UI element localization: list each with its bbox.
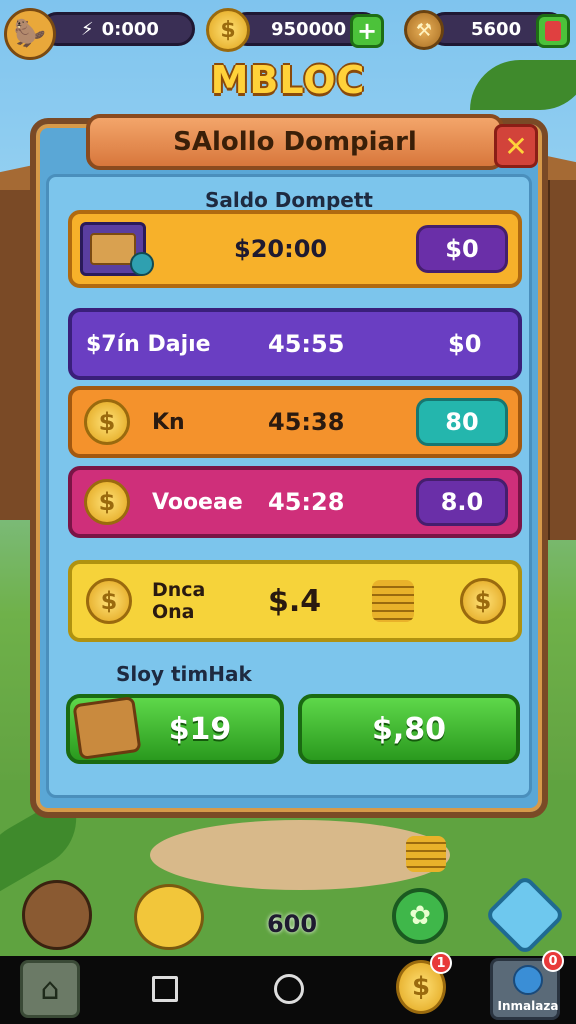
wallet-panel: SAlollo Dompiarl ✕ Saldo Dompett $20:00 … [30, 114, 548, 818]
summary-label-line1: Dnca [152, 579, 206, 601]
notification-badge: 1 [430, 952, 452, 974]
coin-icon: $ [84, 479, 130, 525]
coin-icon: $ [84, 399, 130, 445]
buy-button-2[interactable]: $,80 [298, 694, 520, 764]
item-value-button[interactable]: 8.0 [416, 478, 508, 526]
coin-stack-icon [372, 580, 414, 622]
notification-badge: 0 [542, 950, 564, 972]
home-icon[interactable]: ⌂ [20, 960, 80, 1018]
recents-button[interactable] [152, 976, 178, 1002]
energy-counter: ⚡ 0:000 [40, 12, 195, 46]
dirt-path [150, 820, 450, 890]
coin-stack-icon [406, 836, 446, 872]
shop-section-title: Sloy timHak [116, 662, 252, 686]
game-title: MBLOC [210, 58, 366, 102]
item-name: Kn [152, 409, 185, 435]
gem-icon [130, 252, 154, 276]
summary-amount: $.4 [268, 583, 322, 619]
add-tools-button[interactable] [536, 14, 570, 48]
coin-icon: $ [206, 8, 250, 52]
list-item[interactable]: $ Vooeae 45:28 8.0 [68, 466, 522, 538]
item-time: 45:55 [268, 330, 345, 358]
app-shortcut-label: Inmalaza [497, 999, 559, 1013]
top-hud: ⚡ 0:000 🦫 950000 $ + 5600 ⚒ [0, 6, 576, 60]
bird-character-icon[interactable] [134, 884, 204, 950]
globe-icon [513, 965, 543, 995]
item-value: $0 [448, 330, 482, 358]
tools-value: 5600 [471, 18, 522, 40]
item-time: 45:28 [268, 488, 345, 516]
treasure-chest-icon [72, 695, 142, 761]
leaf-button-icon[interactable]: ✿ [392, 888, 448, 944]
ticket-icon [545, 21, 561, 41]
summary-label-line2: Ona [152, 601, 195, 623]
item-value-button[interactable]: 80 [416, 398, 508, 446]
coin-icon: $ [86, 578, 132, 624]
add-coins-button[interactable]: + [350, 14, 384, 48]
summary-label: Dnca Ona [152, 579, 205, 623]
hut-right [546, 180, 576, 540]
balance-action-button[interactable]: $0 [416, 225, 508, 273]
panel-header: SAlollo Dompiarl [86, 114, 504, 170]
system-navbar: ⌂ $ 1 Inmalaza 0 [0, 950, 576, 1024]
beaver-character-icon[interactable] [22, 880, 92, 950]
coin-icon: $ [460, 578, 506, 624]
home-button[interactable] [274, 974, 304, 1004]
tools-icon: ⚒ [404, 10, 444, 50]
balance-amount: $20:00 [234, 235, 328, 263]
coin-summary-row: $ Dnca Ona $.4 $ [68, 560, 522, 642]
energy-value: 0:000 [101, 18, 159, 40]
coins-value: 950000 [271, 18, 347, 40]
close-button[interactable]: ✕ [494, 124, 538, 168]
item-name: $7ín Dajıe [86, 331, 211, 357]
beaver-avatar-icon[interactable]: 🦫 [4, 8, 56, 60]
list-item[interactable]: $ Kn 45:38 80 [68, 386, 522, 458]
balance-row: $20:00 $0 [68, 210, 522, 288]
energy-icon: ⚡ [81, 18, 94, 40]
bottom-count: 600 [266, 910, 318, 938]
list-item[interactable]: $7ín Dajıe 45:55 $0 [68, 308, 522, 380]
item-time: 45:38 [268, 408, 345, 436]
balance-section-title: Saldo Dompett [205, 188, 373, 212]
item-name: Vooeae [152, 489, 243, 515]
